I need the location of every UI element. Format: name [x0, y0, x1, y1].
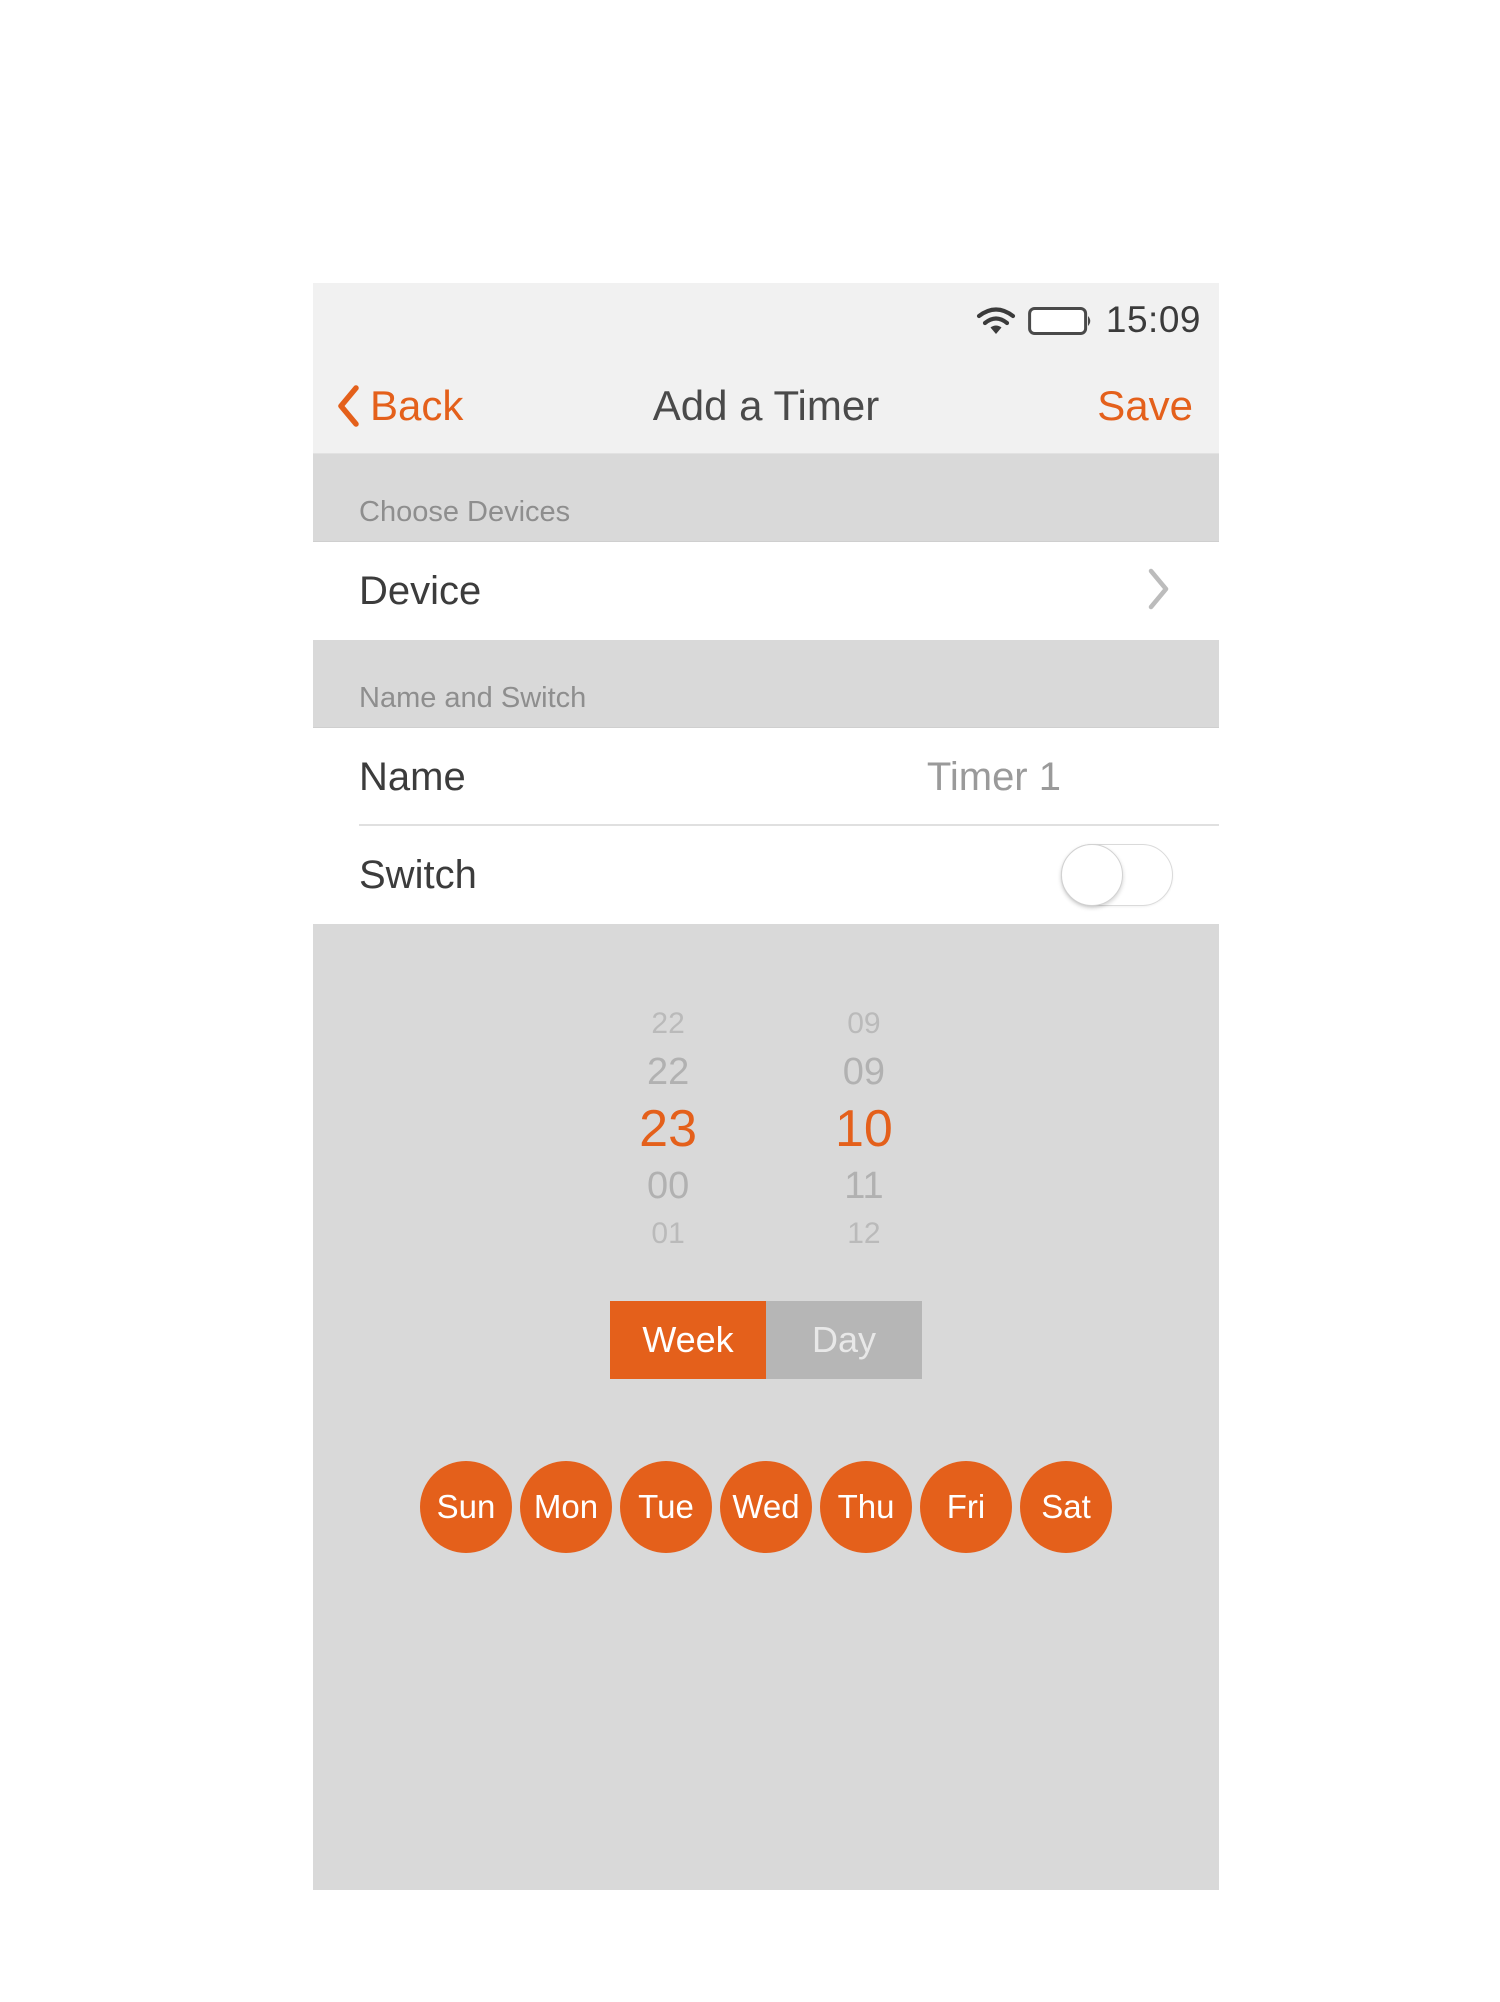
phone-screen: 15:09 Back Add a Timer Save Choose Devic… — [313, 283, 1219, 1890]
status-bar: 15:09 — [313, 283, 1219, 358]
day-circle-mon[interactable]: Mon — [520, 1461, 612, 1553]
section-header-name-and-switch: Name and Switch — [313, 640, 1219, 728]
section-header-label: Choose Devices — [359, 496, 571, 528]
device-row-label: Device — [359, 569, 482, 613]
day-circle-wed[interactable]: Wed — [720, 1461, 812, 1553]
time-picker: 22 22 23 00 01 09 09 10 11 12 — [313, 924, 1219, 1249]
day-circle-thu[interactable]: Thu — [820, 1461, 912, 1553]
chevron-right-icon — [1143, 566, 1173, 617]
day-circle-tue[interactable]: Tue — [620, 1461, 712, 1553]
name-row-label: Name — [359, 755, 466, 799]
weekday-selector: Sun Mon Tue Wed Thu Fri Sat — [313, 1461, 1219, 1553]
save-button[interactable]: Save — [1097, 384, 1193, 427]
switch-row: Switch — [313, 826, 1219, 924]
hour-wheel[interactable]: 22 22 23 00 01 — [639, 1009, 697, 1249]
back-button[interactable]: Back — [335, 384, 463, 428]
hour-option-above-near[interactable]: 22 — [647, 1053, 689, 1091]
minute-option-selected[interactable]: 10 — [835, 1103, 893, 1155]
navigation-bar: Back Add a Timer Save — [313, 358, 1219, 454]
device-row[interactable]: Device — [313, 542, 1219, 640]
segment-week[interactable]: Week — [610, 1301, 766, 1379]
timer-picker-area: 22 22 23 00 01 09 09 10 11 12 Week Day S… — [313, 924, 1219, 1553]
hour-option-selected[interactable]: 23 — [639, 1103, 697, 1155]
battery-empty-icon — [1028, 306, 1094, 336]
hour-option-above-far[interactable]: 22 — [651, 1009, 684, 1039]
switch-toggle[interactable] — [1061, 844, 1173, 906]
switch-toggle-knob — [1061, 844, 1123, 906]
back-button-label: Back — [370, 381, 464, 429]
name-input[interactable]: Timer 1 — [927, 757, 1061, 797]
name-row[interactable]: Name Timer 1 — [313, 728, 1219, 826]
hour-option-below-far[interactable]: 01 — [651, 1219, 684, 1249]
minute-option-below-near[interactable]: 11 — [844, 1167, 883, 1205]
minute-option-above-near[interactable]: 09 — [843, 1053, 885, 1091]
status-bar-clock: 15:09 — [1105, 298, 1201, 340]
section-header-label: Name and Switch — [359, 682, 587, 714]
hour-option-below-near[interactable]: 00 — [647, 1167, 689, 1205]
minute-option-below-far[interactable]: 12 — [847, 1219, 880, 1249]
minute-wheel[interactable]: 09 09 10 11 12 — [835, 1009, 893, 1249]
segment-day[interactable]: Day — [766, 1301, 922, 1379]
day-circle-sat[interactable]: Sat — [1020, 1461, 1112, 1553]
wifi-icon — [976, 306, 1016, 336]
minute-option-above-far[interactable]: 09 — [847, 1009, 880, 1039]
section-header-choose-devices: Choose Devices — [313, 454, 1219, 542]
day-circle-sun[interactable]: Sun — [420, 1461, 512, 1553]
chevron-left-icon — [335, 384, 361, 428]
day-circle-fri[interactable]: Fri — [920, 1461, 1012, 1553]
repeat-mode-segmented-control: Week Day — [610, 1301, 922, 1379]
switch-row-label: Switch — [359, 853, 477, 897]
